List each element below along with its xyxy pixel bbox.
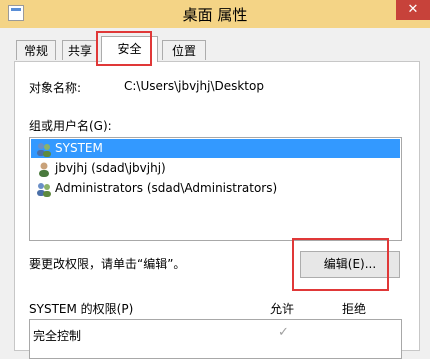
tab-sharing[interactable]: 共享 — [62, 40, 98, 60]
tab-highlight-box — [96, 31, 152, 66]
list-item-jbvjhj[interactable]: jbvjhj (sdad\jbvjhj) — [31, 159, 400, 178]
close-button[interactable]: ✕ — [396, 0, 430, 20]
permissions-table[interactable]: 完全控制 ✓ — [29, 319, 402, 359]
edit-highlight-box — [292, 238, 389, 291]
user-name: SYSTEM — [55, 141, 103, 155]
list-item-administrators[interactable]: Administrators (sdad\Administrators) — [31, 179, 400, 198]
object-name-label: 对象名称: — [29, 81, 82, 95]
object-name-value: C:\Users\jbvjhj\Desktop — [124, 79, 264, 93]
deny-header: 拒绝 — [342, 302, 367, 316]
window-title: 桌面 属性 — [182, 6, 248, 24]
tab-general[interactable]: 常规 — [16, 40, 56, 60]
users-listbox[interactable]: SYSTEM jbvjhj (sdad\jbvjhj) Administrato… — [29, 137, 402, 241]
allow-check-icon: ✓ — [278, 325, 289, 340]
permission-name: 完全控制 — [33, 329, 82, 343]
group-users-icon — [37, 183, 51, 197]
user-name: Administrators (sdad\Administrators) — [55, 181, 278, 195]
list-item-system[interactable]: SYSTEM — [31, 139, 400, 158]
allow-header: 允许 — [270, 302, 295, 316]
group-users-icon — [37, 143, 51, 157]
tab-location[interactable]: 位置 — [162, 40, 206, 60]
groups-label: 组或用户名(G): — [29, 119, 112, 133]
user-name: jbvjhj (sdad\jbvjhj) — [55, 161, 166, 175]
title-bar: 桌面 属性 ✕ — [0, 0, 430, 28]
permissions-label: SYSTEM 的权限(P) — [29, 302, 134, 316]
user-icon — [39, 162, 49, 177]
change-permissions-hint: 要更改权限，请单击“编辑”。 — [29, 257, 186, 271]
